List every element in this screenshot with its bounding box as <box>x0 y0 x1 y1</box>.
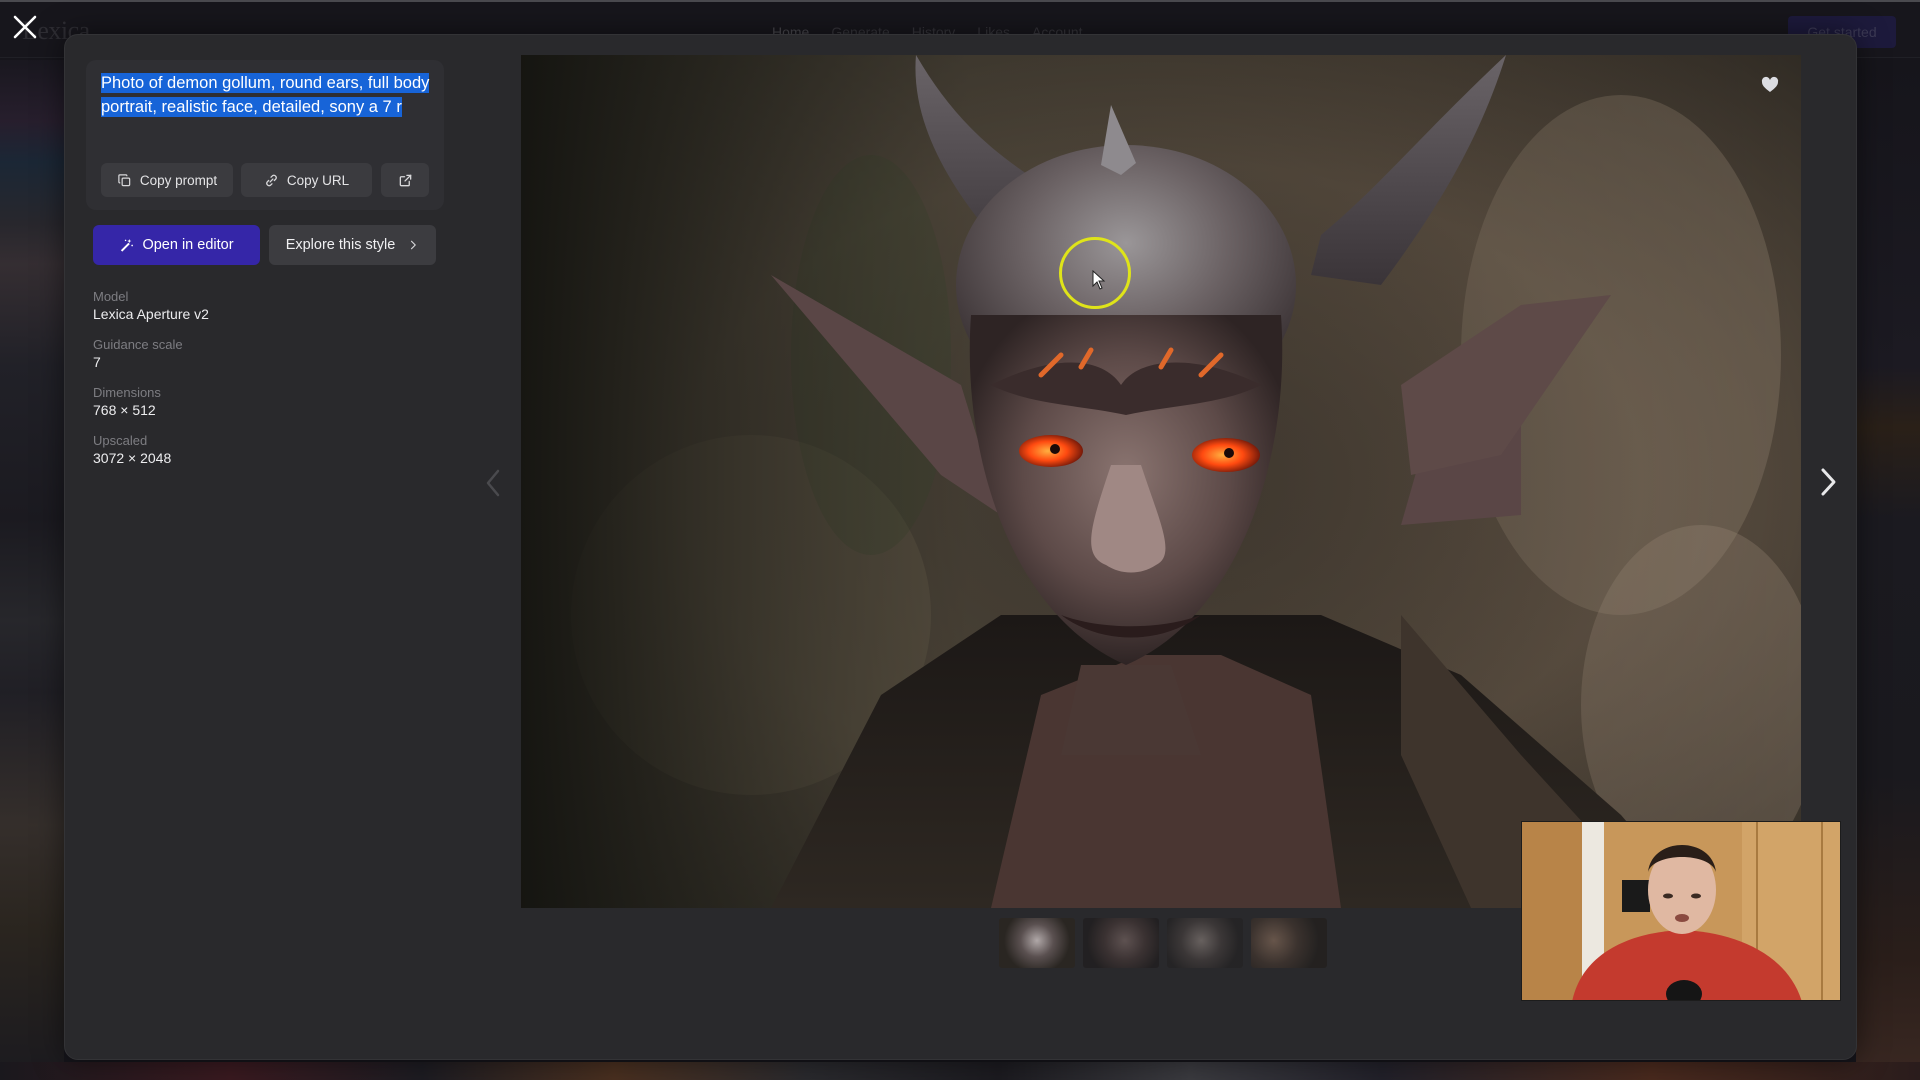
meta-label: Dimensions <box>93 385 161 400</box>
copy-url-label: Copy URL <box>286 172 350 188</box>
prompt-text[interactable]: Photo of demon gollum, round ears, full … <box>101 71 436 119</box>
webcam-feed <box>1522 822 1840 1000</box>
copy-icon <box>118 173 131 186</box>
mouse-cursor-icon <box>1092 270 1106 290</box>
heart-icon <box>1761 76 1779 92</box>
close-button[interactable] <box>10 12 40 42</box>
meta-model: Model Lexica Aperture v2 <box>93 289 209 324</box>
thumbnail-3[interactable] <box>1167 918 1243 968</box>
background-gallery-bottom <box>0 1062 1920 1080</box>
meta-guidance-scale: Guidance scale 7 <box>93 337 183 372</box>
explore-style-button[interactable]: Explore this style <box>269 225 436 265</box>
chevron-right-icon <box>411 240 417 250</box>
thumbnail-1[interactable] <box>999 918 1075 968</box>
thumbnail-2[interactable] <box>1083 918 1159 968</box>
background-gallery-right <box>1856 60 1920 1080</box>
next-image-button[interactable] <box>1815 462 1841 502</box>
close-icon <box>13 15 37 39</box>
copy-url-button[interactable]: Copy URL <box>241 163 372 197</box>
meta-label: Model <box>93 289 129 304</box>
copy-prompt-label: Copy prompt <box>139 172 218 188</box>
webcam-overlay <box>1521 821 1841 1001</box>
link-icon <box>266 174 277 186</box>
chevron-left-icon <box>486 469 500 497</box>
thumbnail-strip <box>999 918 1327 968</box>
external-link-icon <box>399 174 411 186</box>
explore-style-label: Explore this style <box>285 237 396 253</box>
like-button[interactable] <box>1760 75 1780 95</box>
meta-label: Guidance scale <box>93 337 183 352</box>
background-gallery-left <box>0 60 64 1080</box>
meta-dimensions: Dimensions 768 × 512 <box>93 385 161 420</box>
copy-prompt-button[interactable]: Copy prompt <box>101 163 233 197</box>
open-in-editor-button[interactable]: Open in editor <box>93 225 260 265</box>
prompt-selection: Photo of demon gollum, round ears, full … <box>101 73 430 117</box>
meta-value: Lexica Aperture v2 <box>93 306 209 322</box>
demon-portrait-image <box>521 55 1801 908</box>
meta-value: 768 × 512 <box>93 402 156 418</box>
previous-image-button[interactable] <box>480 465 506 501</box>
chevron-right-icon <box>1821 468 1836 496</box>
meta-value: 7 <box>93 354 101 370</box>
open-in-editor-label: Open in editor <box>142 237 234 253</box>
meta-upscaled: Upscaled 3072 × 2048 <box>93 433 171 468</box>
thumbnail-4[interactable] <box>1251 918 1327 968</box>
magic-wand-icon <box>121 238 134 252</box>
open-external-button[interactable] <box>381 163 429 197</box>
meta-value: 3072 × 2048 <box>93 450 172 466</box>
main-image[interactable] <box>521 55 1801 908</box>
meta-label: Upscaled <box>93 433 148 448</box>
